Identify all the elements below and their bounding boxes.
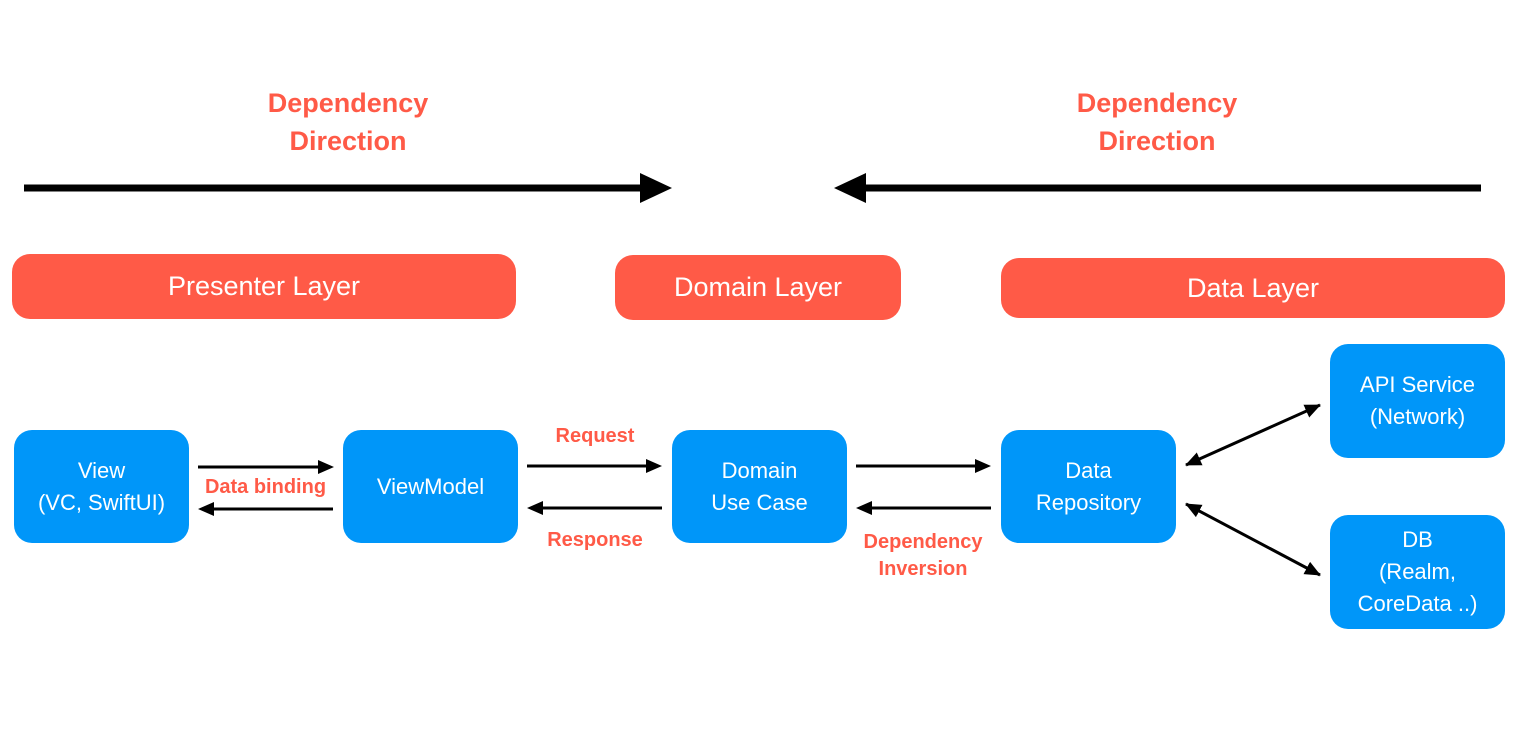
edge-request [527,459,662,473]
edge-response [527,501,662,515]
data-layer-badge: Data Layer [1001,258,1505,318]
presenter-layer-badge: Presenter Layer [12,254,516,319]
api-service-node: API Service (Network) [1330,344,1505,458]
edge-repository-api [1185,403,1321,467]
view-node: View (VC, SwiftUI) [14,430,189,543]
right-arrow-icon [24,173,672,203]
response-label: Response [547,529,643,551]
viewmodel-node: ViewModel [343,430,518,543]
left-arrow-icon [834,173,1481,203]
data-repository-node: Data Repository [1001,430,1176,543]
edge-view-to-viewmodel [198,460,334,474]
edge-viewmodel-to-view [198,502,333,516]
domain-layer-badge: Domain Layer [615,255,901,320]
edge-repository-db [1185,502,1321,577]
request-label: Request [555,425,635,447]
domain-use-case-node: Domain Use Case [672,430,847,543]
data-binding-label: Data binding [204,476,327,498]
db-node: DB (Realm, CoreData ..) [1330,515,1505,629]
connector-layer [24,173,1481,577]
edge-usecase-to-repository [856,459,991,473]
edge-repository-to-usecase [856,501,991,515]
dependency-inversion-label: Dependency Inversion [863,531,983,580]
